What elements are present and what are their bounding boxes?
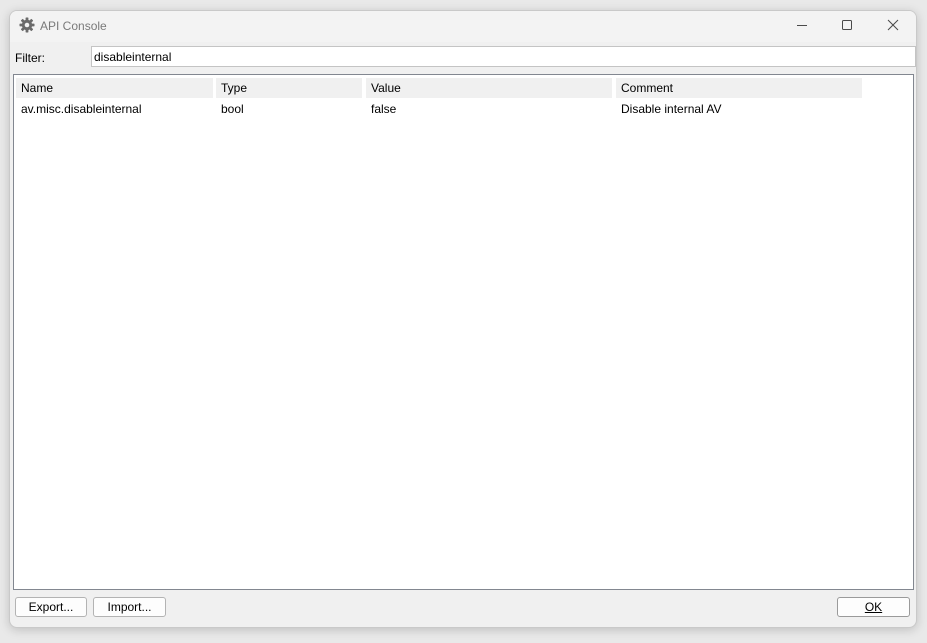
cell-name: av.misc.disableinternal [21,102,142,116]
minimize-icon [796,19,808,34]
cell-type: bool [221,102,244,116]
api-console-window: API Console Filter: Name Type Value Comm… [9,10,917,628]
api-list-view[interactable]: Name Type Value Comment av.misc.disablei… [13,74,914,590]
filter-input[interactable] [91,46,916,67]
cell-value: false [371,102,397,116]
export-button[interactable]: Export... [15,597,87,617]
minimize-button[interactable] [779,11,825,41]
ok-label: OK [864,600,883,614]
filter-label: Filter: [15,51,45,65]
maximize-button[interactable] [824,11,870,41]
maximize-icon [841,19,853,34]
ok-button[interactable]: OK [837,597,910,617]
gear-icon [19,17,35,33]
table-header: Name Type Value Comment [14,75,913,98]
column-header-type[interactable]: Type [216,78,362,98]
title-bar[interactable]: API Console [10,11,916,42]
column-header-value[interactable]: Value [366,78,612,98]
column-header-name[interactable]: Name [16,78,213,98]
import-button[interactable]: Import... [93,597,166,617]
cell-comment: Disable internal AV [621,102,722,116]
table-row[interactable]: av.misc.disableinternal bool false Disab… [14,100,913,118]
close-button[interactable] [870,11,916,41]
close-icon [887,19,899,34]
column-header-comment[interactable]: Comment [616,78,862,98]
window-title: API Console [40,19,107,33]
